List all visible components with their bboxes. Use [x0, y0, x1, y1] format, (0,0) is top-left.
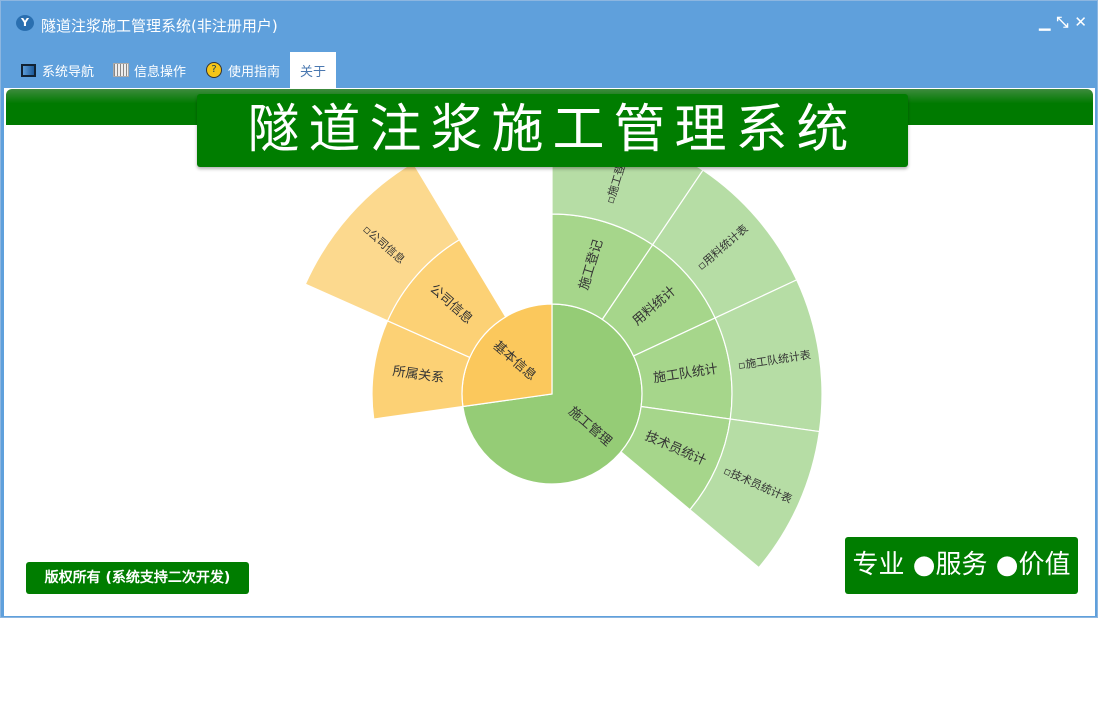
app-logo-icon: Y — [16, 15, 34, 31]
menu-label: 信息操作 — [134, 64, 187, 80]
menu-bar: 系统导航 信息操作 ? 使用指南 关于 — [11, 52, 337, 88]
close-button[interactable]: ✕ — [1074, 13, 1087, 31]
restore-button[interactable]: ⤡ — [1056, 13, 1068, 31]
menu-label: 使用指南 — [228, 64, 281, 80]
menu-system-nav[interactable]: 系统导航 — [11, 52, 104, 88]
app-window: Y 隧道注浆施工管理系统(非注册用户) ▁ ⤡ ✕ 系统导航 信息操作 ? 使用指… — [0, 0, 1098, 618]
grid-icon — [113, 63, 130, 77]
menu-label: 关于 — [300, 64, 327, 80]
menu-label: 系统导航 — [42, 64, 95, 80]
minimize-button[interactable]: ▁ — [1039, 13, 1051, 31]
menu-info-ops[interactable]: 信息操作 — [104, 52, 196, 88]
menu-guide[interactable]: ? 使用指南 — [196, 52, 290, 88]
system-banner: 隧道注浆施工管理系统 — [197, 94, 908, 167]
title-bar: Y 隧道注浆施工管理系统(非注册用户) ▁ ⤡ ✕ — [1, 1, 1097, 47]
menu-about[interactable]: 关于 — [290, 52, 337, 88]
help-icon: ? — [206, 62, 223, 78]
window-title: 隧道注浆施工管理系统(非注册用户) — [41, 17, 278, 35]
monitor-icon — [21, 63, 36, 77]
slogan-badge: 专业 ●服务 ●价值 — [845, 537, 1078, 594]
copyright-badge: 版权所有 (系统支持二次开发) — [26, 562, 249, 594]
content-panel: 施工管理 施工登记 ▫施工登记 用料统计 ▫用料统计表 施工队统计 ▫施工队统计表 技术员统计… — [4, 88, 1095, 616]
